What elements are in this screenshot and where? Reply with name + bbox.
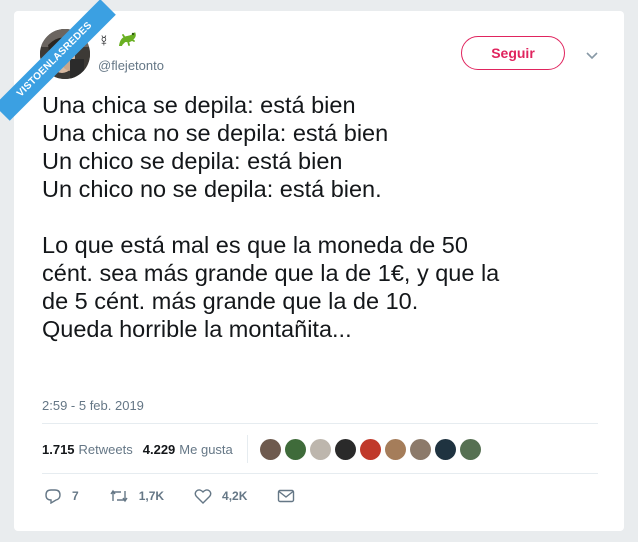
retweet-button[interactable]: 1,7K bbox=[109, 488, 164, 504]
like-button[interactable]: 4,2K bbox=[194, 488, 247, 504]
gecko-icon bbox=[116, 30, 138, 55]
display-name[interactable]: ☿ bbox=[98, 31, 138, 53]
tweet-line: Lo que está mal es que la moneda de 50 bbox=[42, 232, 468, 258]
follow-button[interactable]: Seguir bbox=[461, 36, 565, 70]
retweet-count[interactable]: 1.715 bbox=[42, 442, 75, 457]
mercury-symbol: ☿ bbox=[98, 33, 110, 50]
tweet-timestamp[interactable]: 2:59 - 5 feb. 2019 bbox=[42, 398, 144, 413]
tweet-line: cént. sea más grande que la de 1€, y que… bbox=[42, 260, 500, 286]
message-button[interactable] bbox=[277, 489, 305, 503]
retweet-action-count: 1,7K bbox=[138, 489, 165, 503]
liker-avatar[interactable] bbox=[359, 438, 381, 460]
user-handle[interactable]: @flejetonto bbox=[98, 58, 164, 73]
chevron-down-icon[interactable] bbox=[586, 47, 598, 65]
liker-avatar[interactable] bbox=[259, 438, 281, 460]
liker-avatar[interactable] bbox=[309, 438, 331, 460]
reply-button[interactable]: 7 bbox=[44, 488, 79, 504]
tweet-line: Un chico se depila: está bien bbox=[42, 148, 343, 174]
tweet-line: Queda horrible la montañita... bbox=[42, 316, 352, 342]
envelope-icon bbox=[278, 489, 295, 503]
liker-avatar[interactable] bbox=[284, 438, 306, 460]
stats-separator bbox=[246, 435, 248, 463]
tweet-line: de 5 cént. más grande que la de 10. bbox=[42, 288, 419, 314]
retweet-label[interactable]: Retweets bbox=[79, 442, 133, 457]
heart-icon bbox=[194, 489, 212, 504]
like-count[interactable]: 4.229 bbox=[143, 442, 176, 457]
tweet-line: Una chica se depila: está bien bbox=[42, 92, 356, 118]
liker-avatar[interactable] bbox=[384, 438, 406, 460]
reply-icon bbox=[45, 489, 61, 504]
tweet-line: Un chico no se depila: está bien. bbox=[42, 176, 382, 202]
liker-avatar[interactable] bbox=[334, 438, 356, 460]
engagement-stats: 1.715 Retweets 4.229 Me gusta bbox=[42, 435, 481, 463]
tweet-text: Una chica se depila: está bien Una chica… bbox=[42, 91, 602, 343]
divider bbox=[42, 423, 598, 424]
liker-avatar[interactable] bbox=[434, 438, 456, 460]
liker-avatars bbox=[259, 438, 481, 460]
liker-avatar[interactable] bbox=[459, 438, 481, 460]
tweet-card: VISTOENLASREDES ☿ @flejetonto Seguir Una… bbox=[0, 0, 624, 531]
like-label[interactable]: Me gusta bbox=[179, 442, 232, 457]
retweet-icon bbox=[110, 489, 128, 503]
tweet-line: Una chica no se depila: está bien bbox=[42, 120, 389, 146]
divider bbox=[42, 473, 598, 474]
like-action-count: 4,2K bbox=[222, 489, 248, 503]
liker-avatar[interactable] bbox=[409, 438, 431, 460]
reply-count: 7 bbox=[72, 489, 79, 503]
tweet-actions: 7 1,7K 4,2K bbox=[44, 486, 335, 506]
